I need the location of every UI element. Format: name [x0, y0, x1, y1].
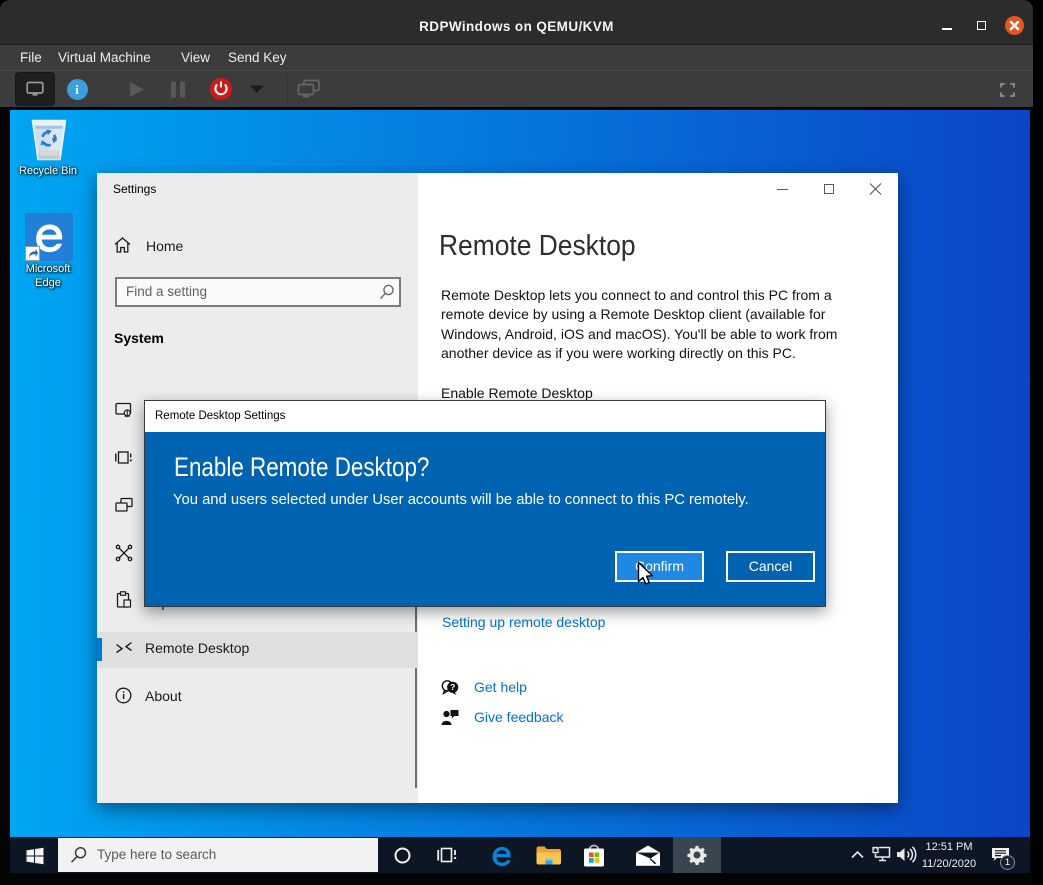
svg-text:?: ?	[450, 682, 455, 692]
